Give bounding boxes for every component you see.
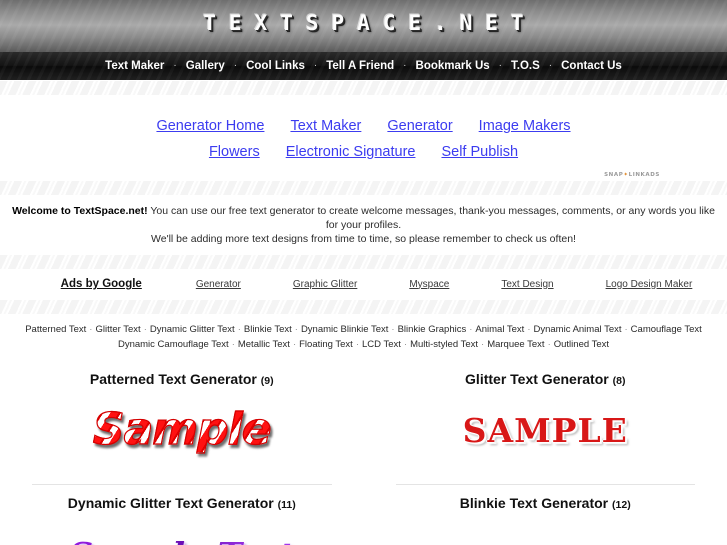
generator-links-section: Generator Home Text Maker Generator Image M… [0, 95, 727, 180]
stripe-divider-1 [0, 80, 727, 95]
generator-link-text-maker[interactable]: Text Maker [290, 118, 361, 134]
category-link-dynamic-animal-text[interactable]: Dynamic Animal Text [534, 324, 622, 335]
category-link-multi-styled-text[interactable]: Multi-styled Text [410, 339, 478, 350]
generator-card-title[interactable]: Blinkie Text Generator (12) [364, 495, 727, 511]
category-separator: · [294, 324, 298, 335]
snap-linkads-badge: SNAP✦LINKADS [604, 172, 660, 178]
top-navigation-bar: Text Maker · Gallery · Cool Links · Tell A Fri… [0, 52, 727, 80]
generator-links-row-2: Flowers Electronic Signature Self Publish [0, 139, 727, 165]
generator-link-electronic-signature[interactable]: Electronic Signature [286, 144, 416, 160]
nav-item-text-maker[interactable]: Text Maker [96, 60, 173, 72]
category-link-dynamic-blinkie-text[interactable]: Dynamic Blinkie Text [301, 324, 388, 335]
generator-sample-slot: Sample Text [0, 519, 364, 545]
category-separator: · [231, 339, 235, 350]
category-link-camouflage-text[interactable]: Camouflage Text [631, 324, 702, 335]
nav-item-gallery[interactable]: Gallery [177, 60, 234, 72]
generator-link-generator[interactable]: Generator [387, 118, 452, 134]
category-separator: · [469, 324, 473, 335]
ads-by-google-label: Ads by Google [60, 278, 142, 290]
welcome-line-1: Welcome to TextSpace.net! You can use ou… [8, 204, 719, 232]
generator-card-dynamic-glitter-text-generator[interactable]: Dynamic Glitter Text Generator (11) Sampl… [0, 484, 364, 545]
category-separator: · [143, 324, 147, 335]
nav-item-cool-links[interactable]: Cool Links [237, 60, 314, 72]
category-separator: · [527, 324, 531, 335]
generator-card-title-text: Patterned Text Generator [89, 371, 257, 387]
generator-card-title-text: Glitter Text Generator [465, 371, 609, 387]
category-link-floating-text[interactable]: Floating Text [299, 339, 353, 350]
welcome-message: Welcome to TextSpace.net! You can use ou… [0, 195, 727, 254]
stripe-divider-4 [0, 299, 727, 314]
category-separator: · [481, 339, 485, 350]
generator-sample-slot: SAMPLE TEXT [364, 519, 727, 545]
generator-card-count: (11) [277, 499, 296, 511]
ads-link-generator[interactable]: Generator [196, 279, 241, 290]
site-logo[interactable]: TEXTSPACE.NET [0, 11, 727, 35]
ads-by-google-row: Ads by Google Generator Graphic Glitter Mys… [0, 269, 727, 299]
nav-item-contact-us[interactable]: Contact Us [552, 60, 631, 72]
welcome-line-2: We'll be adding more text designs from t… [151, 233, 576, 245]
generator-sample-image-patterned-text-generator[interactable]: Sample [92, 407, 272, 452]
generator-card-blinkie-text-generator[interactable]: Blinkie Text Generator (12) SAMPLE TEXT [364, 484, 727, 545]
welcome-heading: Welcome to TextSpace.net! [12, 205, 148, 217]
generator-card-title[interactable]: Dynamic Glitter Text Generator (11) [0, 495, 364, 511]
category-link-metallic-text[interactable]: Metallic Text [238, 339, 290, 350]
generator-card-count: (9) [260, 375, 274, 387]
ads-link-graphic-glitter[interactable]: Graphic Glitter [293, 279, 357, 290]
site-header-banner: TEXTSPACE.NET [0, 0, 727, 52]
category-separator: · [547, 339, 551, 350]
category-link-dynamic-glitter-text[interactable]: Dynamic Glitter Text [150, 324, 235, 335]
category-separator: · [624, 324, 628, 335]
generator-card-patterned-text-generator[interactable]: Patterned Text Generator (9) Sample [0, 360, 364, 484]
generator-links-row-1: Generator Home Text Maker Generator Image M… [0, 113, 727, 139]
generator-sample-image-glitter-text-generator[interactable]: SAMPLE [463, 414, 628, 447]
welcome-body-1: You can use our free text generator to c… [147, 205, 715, 231]
category-separator: · [355, 339, 359, 350]
category-link-blinkie-graphics[interactable]: Blinkie Graphics [398, 324, 467, 335]
category-link-blinkie-text[interactable]: Blinkie Text [244, 324, 292, 335]
generator-card-title-text: Blinkie Text Generator [459, 495, 609, 511]
generator-link-generator-home[interactable]: Generator Home [156, 118, 264, 134]
card-divider [32, 484, 332, 485]
generator-card-count: (8) [612, 375, 626, 387]
generator-card-title[interactable]: Glitter Text Generator (8) [364, 371, 727, 387]
nav-item-bookmark-us[interactable]: Bookmark Us [407, 60, 499, 72]
stripe-divider-3 [0, 254, 727, 269]
category-links-row-1: Patterned Text · Glitter Text · Dynamic Glit… [12, 322, 715, 337]
generator-link-flowers[interactable]: Flowers [209, 144, 260, 160]
category-links-row-2: Dynamic Camouflage Text · Metallic Text · Fl… [12, 337, 715, 352]
generator-card-count: (12) [612, 499, 631, 511]
category-link-lcd-text[interactable]: LCD Text [362, 339, 401, 350]
nav-item-t-o-s[interactable]: T.O.S [502, 60, 549, 72]
generator-grid: Patterned Text Generator (9) Sample Glitte… [0, 360, 727, 545]
category-link-glitter-text[interactable]: Glitter Text [95, 324, 140, 335]
generator-link-self-publish[interactable]: Self Publish [441, 144, 518, 160]
category-separator: · [391, 324, 395, 335]
generator-card-title[interactable]: Patterned Text Generator (9) [0, 371, 364, 387]
category-link-outlined-text[interactable]: Outlined Text [554, 339, 609, 350]
category-link-patterned-text[interactable]: Patterned Text [25, 324, 86, 335]
snap-linkads-prefix: SNAP [604, 172, 624, 178]
generator-link-image-makers[interactable]: Image Makers [479, 118, 571, 134]
card-divider [395, 484, 695, 485]
category-link-animal-text[interactable]: Animal Text [475, 324, 524, 335]
generator-card-glitter-text-generator[interactable]: Glitter Text Generator (8) SAMPLE [364, 360, 727, 484]
ads-link-myspace[interactable]: Myspace [409, 279, 449, 290]
ads-link-logo-design-maker[interactable]: Logo Design Maker [606, 279, 693, 290]
category-link-marquee-text[interactable]: Marquee Text [487, 339, 544, 350]
nav-item-tell-a-friend[interactable]: Tell A Friend [317, 60, 403, 72]
category-separator: · [237, 324, 241, 335]
category-links-section: Patterned Text · Glitter Text · Dynamic Glit… [0, 314, 727, 360]
category-separator: · [292, 339, 297, 350]
generator-sample-slot: Sample [0, 395, 364, 465]
stripe-divider-2 [0, 180, 727, 195]
snap-linkads-suffix: LINKADS [628, 172, 660, 178]
generator-sample-slot: SAMPLE [364, 395, 727, 465]
generator-card-title-text: Dynamic Glitter Text Generator [67, 495, 274, 511]
category-link-dynamic-camouflage-text[interactable]: Dynamic Camouflage Text [118, 339, 229, 350]
category-separator: · [403, 339, 408, 350]
ads-link-text-design[interactable]: Text Design [501, 279, 553, 290]
generator-sample-image-dynamic-glitter-text-generator[interactable]: Sample Text [69, 538, 294, 545]
